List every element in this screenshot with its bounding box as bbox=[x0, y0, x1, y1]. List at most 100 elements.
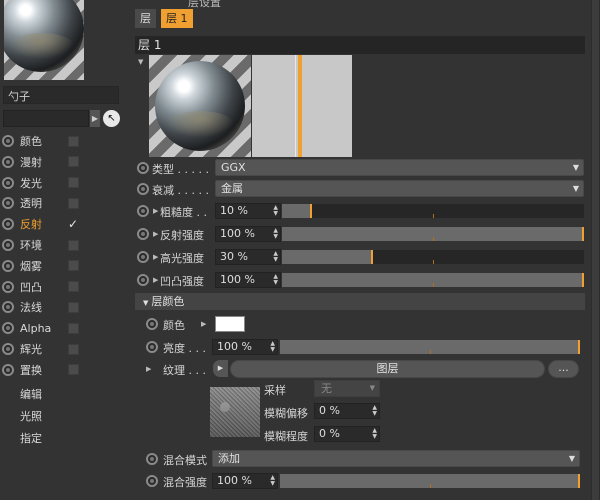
channel-row[interactable]: 反射 ✓ bbox=[2, 214, 126, 234]
channel-enable-checkbox[interactable] bbox=[68, 343, 79, 355]
sampling-dropdown[interactable]: 无 ▼ bbox=[314, 380, 380, 397]
channel-enable-checkbox[interactable] bbox=[68, 364, 79, 376]
tab-layer[interactable]: 层 bbox=[135, 9, 156, 28]
color-swatch[interactable] bbox=[215, 316, 245, 332]
channel-row[interactable]: 法线 bbox=[2, 297, 126, 317]
type-dropdown[interactable]: GGX ▼ bbox=[215, 159, 584, 176]
expand-icon[interactable]: ▶ bbox=[153, 230, 158, 238]
spinner-icon[interactable]: ▲ ▼ bbox=[273, 274, 278, 286]
slider-handle[interactable] bbox=[582, 273, 584, 287]
channel-enable-checkbox[interactable] bbox=[68, 322, 79, 334]
channel-animate-radio[interactable] bbox=[2, 176, 14, 189]
channel-animate-radio[interactable] bbox=[2, 301, 14, 314]
channel-animate-radio[interactable] bbox=[2, 322, 14, 335]
channel-enable-checkbox[interactable] bbox=[68, 260, 79, 272]
attenuation-animate-radio[interactable] bbox=[137, 183, 149, 195]
spinner-icon[interactable]: ▲ ▼ bbox=[273, 251, 278, 263]
channel-enable-checkbox[interactable] bbox=[68, 156, 79, 168]
tab-layer-1[interactable]: 层 1 bbox=[161, 9, 193, 28]
reflection-strength-field[interactable]: 100 % ▲ ▼ bbox=[215, 226, 281, 242]
bump-strength-field[interactable]: 100 % ▲ ▼ bbox=[215, 272, 281, 288]
slider-handle[interactable] bbox=[578, 474, 580, 488]
link-field[interactable] bbox=[3, 110, 89, 127]
channel-animate-radio[interactable] bbox=[2, 343, 14, 355]
color-animate-radio[interactable] bbox=[146, 318, 158, 330]
spinner-icon[interactable]: ▲ ▼ bbox=[273, 205, 278, 217]
slider-handle[interactable] bbox=[578, 340, 580, 354]
blend-strength-animate-radio[interactable] bbox=[146, 475, 158, 487]
channel-enable-checkbox[interactable] bbox=[68, 135, 79, 147]
channel-enable-checkbox[interactable] bbox=[68, 301, 79, 313]
texture-options-button[interactable]: ... bbox=[548, 360, 579, 378]
channel-animate-radio[interactable] bbox=[2, 135, 14, 147]
channel-row[interactable]: 置换 bbox=[2, 360, 126, 380]
specular-strength-slider[interactable] bbox=[282, 250, 584, 264]
scrollbar-thumb[interactable] bbox=[592, 0, 599, 500]
collapse-icon[interactable]: ▼ bbox=[138, 58, 143, 66]
spinner-icon[interactable]: ▲ ▼ bbox=[270, 475, 275, 487]
menu-item-illumination[interactable]: 光照 bbox=[20, 408, 42, 424]
expand-icon[interactable]: ▶ bbox=[153, 207, 158, 215]
channel-row[interactable]: 颜色 bbox=[2, 131, 126, 151]
channel-enable-checkbox[interactable] bbox=[68, 281, 79, 293]
material-preview-thumbnail[interactable] bbox=[4, 0, 84, 80]
channel-row[interactable]: 漫射 bbox=[2, 152, 126, 172]
roughness-slider[interactable] bbox=[282, 204, 584, 218]
channel-enable-checkbox[interactable] bbox=[68, 239, 79, 251]
channel-row[interactable]: 凹凸 bbox=[2, 277, 126, 297]
layer-color-section-header[interactable]: ▼ 层颜色 bbox=[135, 293, 585, 310]
expand-icon[interactable]: ▶ bbox=[201, 320, 206, 328]
blend-mode-dropdown[interactable]: 添加 ▼ bbox=[212, 450, 580, 467]
menu-item-edit[interactable]: 编辑 bbox=[20, 386, 42, 402]
channel-enable-checkbox[interactable]: ✓ bbox=[68, 218, 80, 230]
blend-mode-animate-radio[interactable] bbox=[146, 453, 158, 465]
slider-handle[interactable] bbox=[310, 204, 313, 218]
channel-enable-checkbox[interactable] bbox=[68, 197, 79, 209]
reflection-strength-animate-radio[interactable] bbox=[137, 228, 149, 240]
channel-enable-checkbox[interactable] bbox=[68, 177, 79, 189]
texture-noise-thumbnail[interactable] bbox=[210, 387, 260, 437]
slider-handle[interactable] bbox=[582, 227, 584, 241]
channel-animate-radio[interactable] bbox=[2, 363, 14, 376]
expand-icon[interactable]: ▶ bbox=[153, 276, 158, 284]
spinner-icon[interactable]: ▲ ▼ bbox=[372, 405, 377, 417]
brightness-field[interactable]: 100 % ▲ ▼ bbox=[212, 339, 278, 355]
texture-layer-button[interactable]: 图层 bbox=[230, 360, 545, 378]
channel-animate-radio[interactable] bbox=[2, 280, 14, 293]
roughness-animate-radio[interactable] bbox=[137, 205, 149, 217]
link-arrow-icon[interactable]: ▶ bbox=[90, 110, 100, 127]
slider-handle[interactable] bbox=[370, 250, 373, 264]
menu-item-assignment[interactable]: 指定 bbox=[20, 430, 42, 446]
material-name-field[interactable]: 勺子 bbox=[3, 86, 119, 104]
channel-row[interactable]: 透明 bbox=[2, 193, 126, 213]
type-animate-radio[interactable] bbox=[137, 162, 149, 174]
channel-row[interactable]: Alpha bbox=[2, 318, 126, 338]
blur-degree-field[interactable]: 0 % ▲ ▼ bbox=[314, 426, 380, 442]
texture-arrow-icon[interactable]: ▶ bbox=[213, 360, 228, 377]
spinner-icon[interactable]: ▲ ▼ bbox=[270, 341, 275, 353]
expand-icon[interactable]: ▶ bbox=[153, 253, 158, 261]
channel-row[interactable]: 发光 bbox=[2, 173, 126, 193]
channel-animate-radio[interactable] bbox=[2, 197, 14, 210]
roughness-field[interactable]: 10 % ▲ ▼ bbox=[215, 203, 281, 219]
channel-row[interactable]: 烟雾 bbox=[2, 256, 126, 276]
channel-animate-radio[interactable] bbox=[2, 155, 14, 168]
blend-strength-field[interactable]: 100 % ▲ ▼ bbox=[212, 473, 278, 489]
spinner-icon[interactable]: ▲ ▼ bbox=[273, 228, 278, 240]
spinner-icon[interactable]: ▲ ▼ bbox=[372, 428, 377, 440]
specular-strength-field[interactable]: 30 % ▲ ▼ bbox=[215, 249, 281, 265]
blur-offset-field[interactable]: 0 % ▲ ▼ bbox=[314, 403, 380, 419]
pick-object-icon[interactable]: ↖ bbox=[103, 110, 120, 127]
channel-row[interactable]: 环境 bbox=[2, 235, 126, 255]
bump-strength-slider[interactable] bbox=[282, 273, 584, 287]
vertical-scrollbar[interactable] bbox=[591, 0, 600, 500]
channel-row[interactable]: 辉光 bbox=[2, 339, 126, 359]
brightness-slider[interactable] bbox=[280, 340, 580, 354]
attenuation-dropdown[interactable]: 金属 ▼ bbox=[215, 180, 584, 197]
expand-icon[interactable]: ▶ bbox=[146, 365, 151, 373]
channel-animate-radio[interactable] bbox=[2, 218, 14, 231]
brightness-animate-radio[interactable] bbox=[146, 341, 158, 353]
reflection-strength-slider[interactable] bbox=[282, 227, 584, 241]
specular-strength-animate-radio[interactable] bbox=[137, 251, 149, 263]
bump-strength-animate-radio[interactable] bbox=[137, 274, 149, 286]
